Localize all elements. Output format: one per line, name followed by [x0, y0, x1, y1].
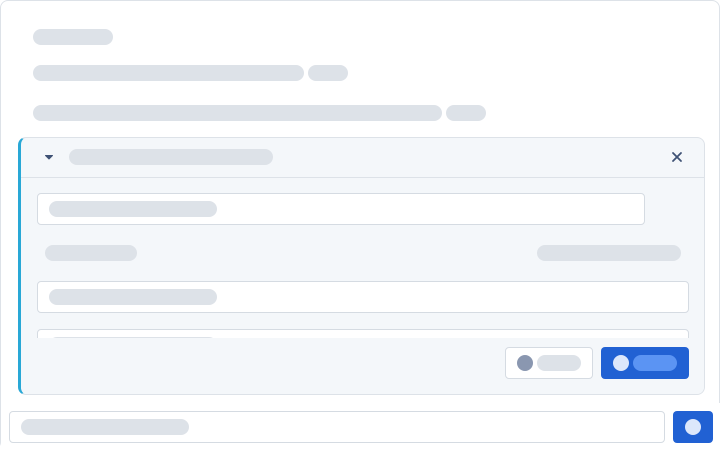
circle-icon — [517, 355, 533, 371]
skeleton-line-2-tag — [446, 105, 486, 121]
circle-icon — [613, 355, 629, 371]
input-placeholder-skeleton — [21, 419, 189, 435]
composer-bar — [1, 403, 720, 451]
message-input[interactable] — [9, 411, 665, 443]
expanded-panel — [18, 137, 705, 395]
skeleton-line-1-tag — [308, 65, 348, 81]
secondary-button-label-skeleton — [537, 355, 581, 371]
skeleton-line-1 — [33, 65, 304, 81]
app-window — [0, 0, 720, 451]
panel-body[interactable] — [21, 178, 704, 338]
circle-icon — [685, 419, 701, 435]
panel-title-skeleton — [69, 149, 273, 165]
panel-footer — [21, 338, 704, 394]
field-value-skeleton — [49, 289, 217, 305]
field-label-skeleton — [45, 245, 137, 261]
text-field-1[interactable] — [37, 193, 645, 225]
skeleton-line-2 — [33, 105, 442, 121]
skeleton-title — [33, 29, 113, 45]
send-button[interactable] — [673, 411, 713, 443]
primary-button-label-skeleton — [633, 355, 677, 371]
panel-header[interactable] — [21, 138, 704, 178]
text-field-2[interactable] — [37, 281, 689, 313]
field-hint-skeleton — [537, 245, 681, 261]
text-field-3[interactable] — [37, 329, 689, 338]
primary-button[interactable] — [601, 347, 689, 379]
chevron-down-icon[interactable] — [44, 152, 54, 162]
secondary-button[interactable] — [505, 347, 593, 379]
close-icon[interactable] — [670, 150, 684, 164]
field-value-skeleton — [49, 201, 217, 217]
